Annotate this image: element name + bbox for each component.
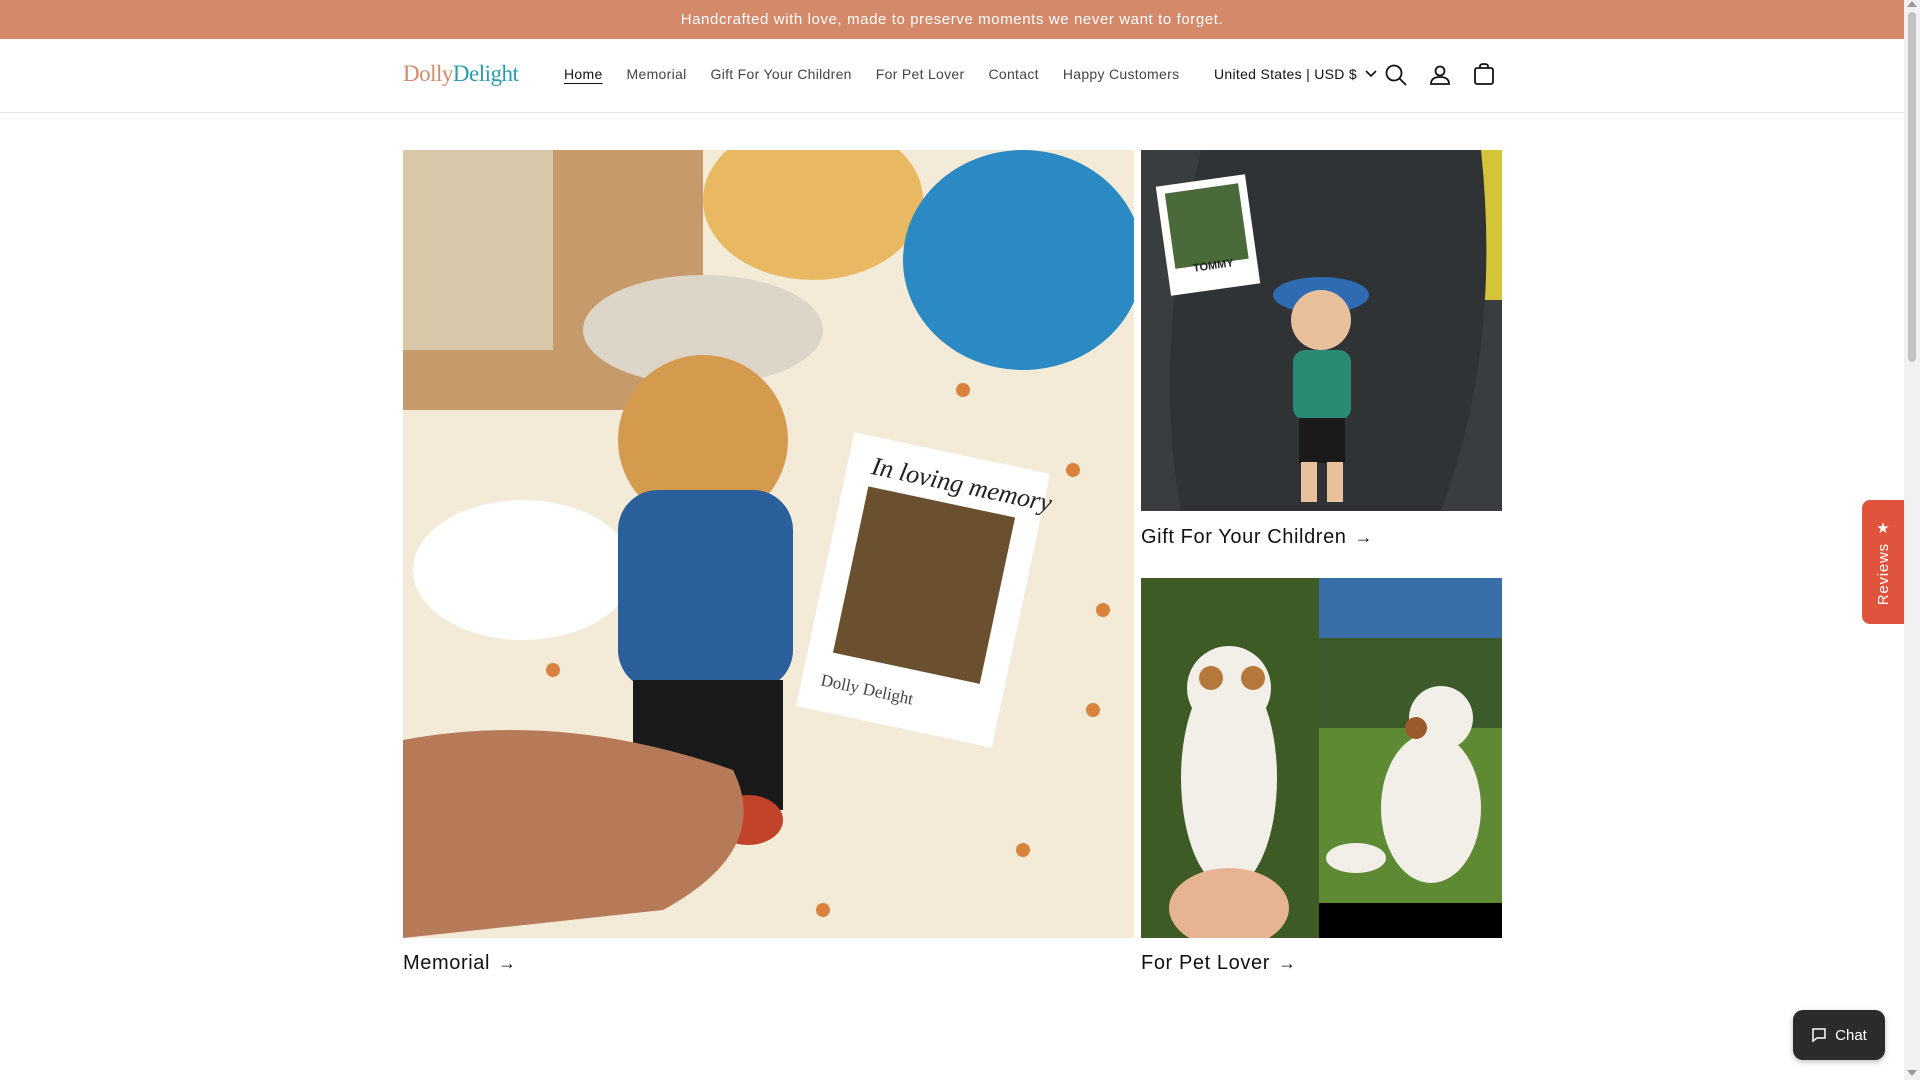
arrow-right-icon: → bbox=[1354, 527, 1374, 547]
search-icon[interactable] bbox=[1382, 61, 1410, 89]
chevron-down-icon bbox=[1365, 70, 1377, 78]
main-nav: Home Memorial Gift For Your Children For… bbox=[552, 66, 1191, 82]
logo-part-delight: Delight bbox=[452, 61, 519, 86]
locale-label: United States | USD $ bbox=[1214, 66, 1357, 82]
scroll-down-arrow-icon[interactable] bbox=[1907, 1070, 1917, 1076]
nav-happy-customers[interactable]: Happy Customers bbox=[1051, 66, 1192, 82]
chat-button[interactable]: Chat bbox=[1793, 1010, 1885, 1060]
pet-lover-collection-title: For Pet Lover bbox=[1141, 952, 1270, 974]
memorial-doll-photo bbox=[403, 150, 1134, 938]
site-logo[interactable]: DollyDelight bbox=[403, 61, 519, 87]
nav-contact[interactable]: Contact bbox=[976, 66, 1050, 82]
account-icon[interactable] bbox=[1426, 61, 1454, 89]
child-keychain-doll-photo bbox=[1141, 150, 1502, 511]
scroll-up-arrow-icon[interactable] bbox=[1907, 1, 1917, 7]
gift-for-children-collection-link[interactable]: Gift For Your Children → bbox=[1141, 526, 1373, 549]
announcement-bar: Handcrafted with love, made to preserve … bbox=[0, 0, 1904, 39]
chat-bubble-icon bbox=[1812, 1028, 1826, 1043]
gift-for-children-collection-title: Gift For Your Children bbox=[1141, 526, 1347, 548]
reviews-tab[interactable]: ★ Reviews bbox=[1862, 500, 1904, 624]
reviews-tab-label: Reviews bbox=[1874, 542, 1892, 606]
scrollbar-thumb[interactable] bbox=[1908, 12, 1916, 362]
memorial-collection-title: Memorial bbox=[403, 952, 491, 974]
arrow-right-icon: → bbox=[498, 953, 517, 973]
site-header: DollyDelight Home Memorial Gift For Your… bbox=[0, 39, 1904, 113]
country-currency-selector[interactable]: United States | USD $ bbox=[1214, 66, 1377, 82]
pet-doll-and-dog-photo bbox=[1141, 578, 1502, 938]
chat-button-label: Chat bbox=[1835, 1026, 1867, 1044]
nav-memorial[interactable]: Memorial bbox=[615, 66, 699, 82]
cart-icon[interactable] bbox=[1470, 61, 1498, 89]
pet-lover-collection-image[interactable] bbox=[1141, 578, 1502, 938]
nav-gift-for-your-children[interactable]: Gift For Your Children bbox=[699, 66, 864, 82]
nav-for-pet-lover[interactable]: For Pet Lover bbox=[864, 66, 977, 82]
announcement-text: Handcrafted with love, made to preserve … bbox=[680, 11, 1224, 28]
pet-lover-collection-link[interactable]: For Pet Lover → bbox=[1141, 952, 1297, 975]
memorial-collection-link[interactable]: Memorial → bbox=[403, 952, 517, 975]
star-icon: ★ bbox=[1876, 519, 1890, 537]
arrow-right-icon: → bbox=[1277, 953, 1297, 973]
nav-home[interactable]: Home bbox=[552, 66, 615, 82]
memorial-collection-image[interactable] bbox=[403, 150, 1134, 938]
logo-part-dolly: Dolly bbox=[403, 61, 453, 86]
gift-for-children-collection-image[interactable]: TOMMY bbox=[1141, 150, 1502, 511]
